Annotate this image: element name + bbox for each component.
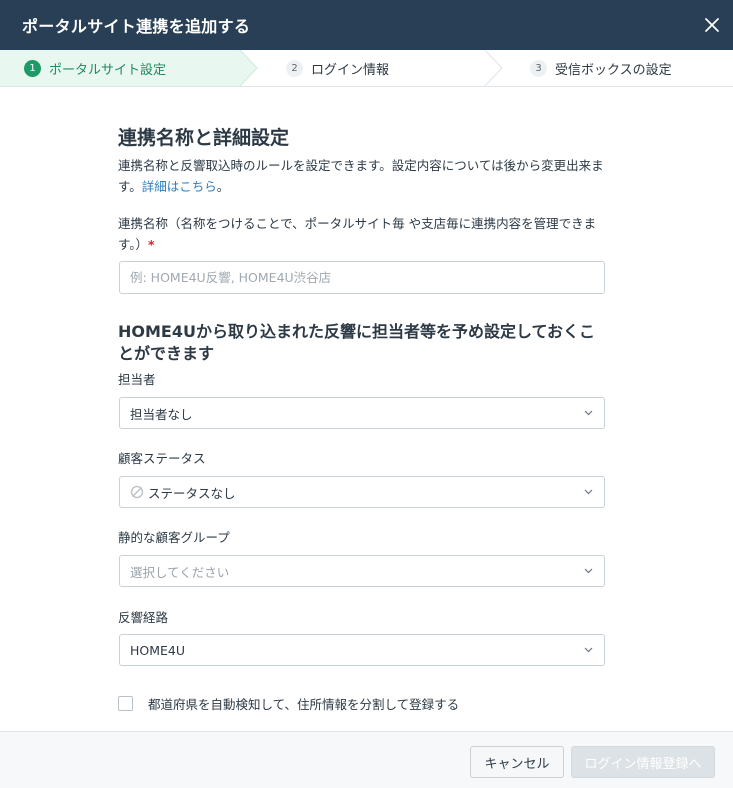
required-mark: *	[148, 237, 155, 252]
assignee-select[interactable]: 担当者なし	[119, 397, 605, 429]
name-label-text: 連携名称（名称をつけることで、ポータルサイト毎 や支店毎に連携内容を管理できます…	[118, 216, 597, 252]
no-status-icon	[130, 485, 144, 499]
group-placeholder: 選択してください	[130, 564, 230, 580]
section-description: 連携名称と反響取込時のルールを設定できます。設定内容については後から変更出来ます…	[118, 155, 608, 197]
name-field-label: 連携名称（名称をつけることで、ポータルサイト毎 や支店毎に連携内容を管理できます…	[118, 213, 608, 255]
connection-name-input[interactable]	[119, 261, 605, 294]
checkbox-label: 都道府県を自動検知して、住所情報を分割して登録する	[148, 697, 460, 712]
step-number: 2	[286, 59, 303, 77]
step-number: 3	[530, 59, 547, 77]
response-route-select[interactable]: HOME4U	[119, 634, 605, 666]
dialog-header: ポータルサイト連携を追加する	[0, 0, 733, 50]
description-tail: 。	[216, 179, 230, 194]
assignee-label: 担当者	[118, 372, 156, 387]
route-label: 反響経路	[118, 610, 169, 625]
step-separator	[484, 50, 503, 86]
route-value: HOME4U	[130, 642, 186, 658]
step-number: 1	[24, 59, 41, 77]
step-portal-settings: 1 ポータルサイト設定	[24, 50, 166, 86]
auto-detect-prefecture-row[interactable]: 都道府県を自動検知して、住所情報を分割して登録する	[118, 694, 459, 713]
chevron-down-icon	[584, 647, 593, 653]
chevron-down-icon	[584, 568, 593, 574]
customer-status-select[interactable]: ステータスなし	[119, 476, 605, 508]
close-icon[interactable]	[701, 14, 723, 36]
status-label: 顧客ステータス	[118, 451, 206, 466]
step-login-info: 2 ログイン情報	[286, 50, 389, 86]
auto-detect-checkbox[interactable]	[118, 696, 133, 711]
stepper: 1 ポータルサイト設定 2 ログイン情報 3 受信ボックスの設定	[0, 50, 733, 87]
cancel-button[interactable]: キャンセル	[470, 746, 564, 778]
defaults-title: HOME4Uから取り込まれた反響に担当者等を予め設定しておくことができます	[118, 322, 596, 363]
step-label: ポータルサイト設定	[49, 62, 167, 78]
customer-group-select[interactable]: 選択してください	[119, 555, 605, 587]
step-inbox-settings: 3 受信ボックスの設定	[530, 50, 672, 86]
step-label: 受信ボックスの設定	[555, 62, 672, 78]
status-value: ステータスなし	[148, 485, 236, 501]
details-link[interactable]: 詳細はこちら	[142, 179, 217, 194]
dialog-footer: キャンセル ログイン情報登録へ	[0, 731, 733, 788]
group-label: 静的な顧客グループ	[118, 530, 230, 545]
chevron-down-icon	[584, 489, 593, 495]
register-login-info-button[interactable]: ログイン情報登録へ	[571, 746, 715, 778]
assignee-value: 担当者なし	[130, 406, 193, 422]
section-title: 連携名称と詳細設定	[118, 127, 290, 149]
chevron-down-icon	[584, 410, 593, 416]
dialog-title: ポータルサイト連携を追加する	[22, 17, 251, 36]
step-label: ログイン情報	[311, 62, 390, 78]
